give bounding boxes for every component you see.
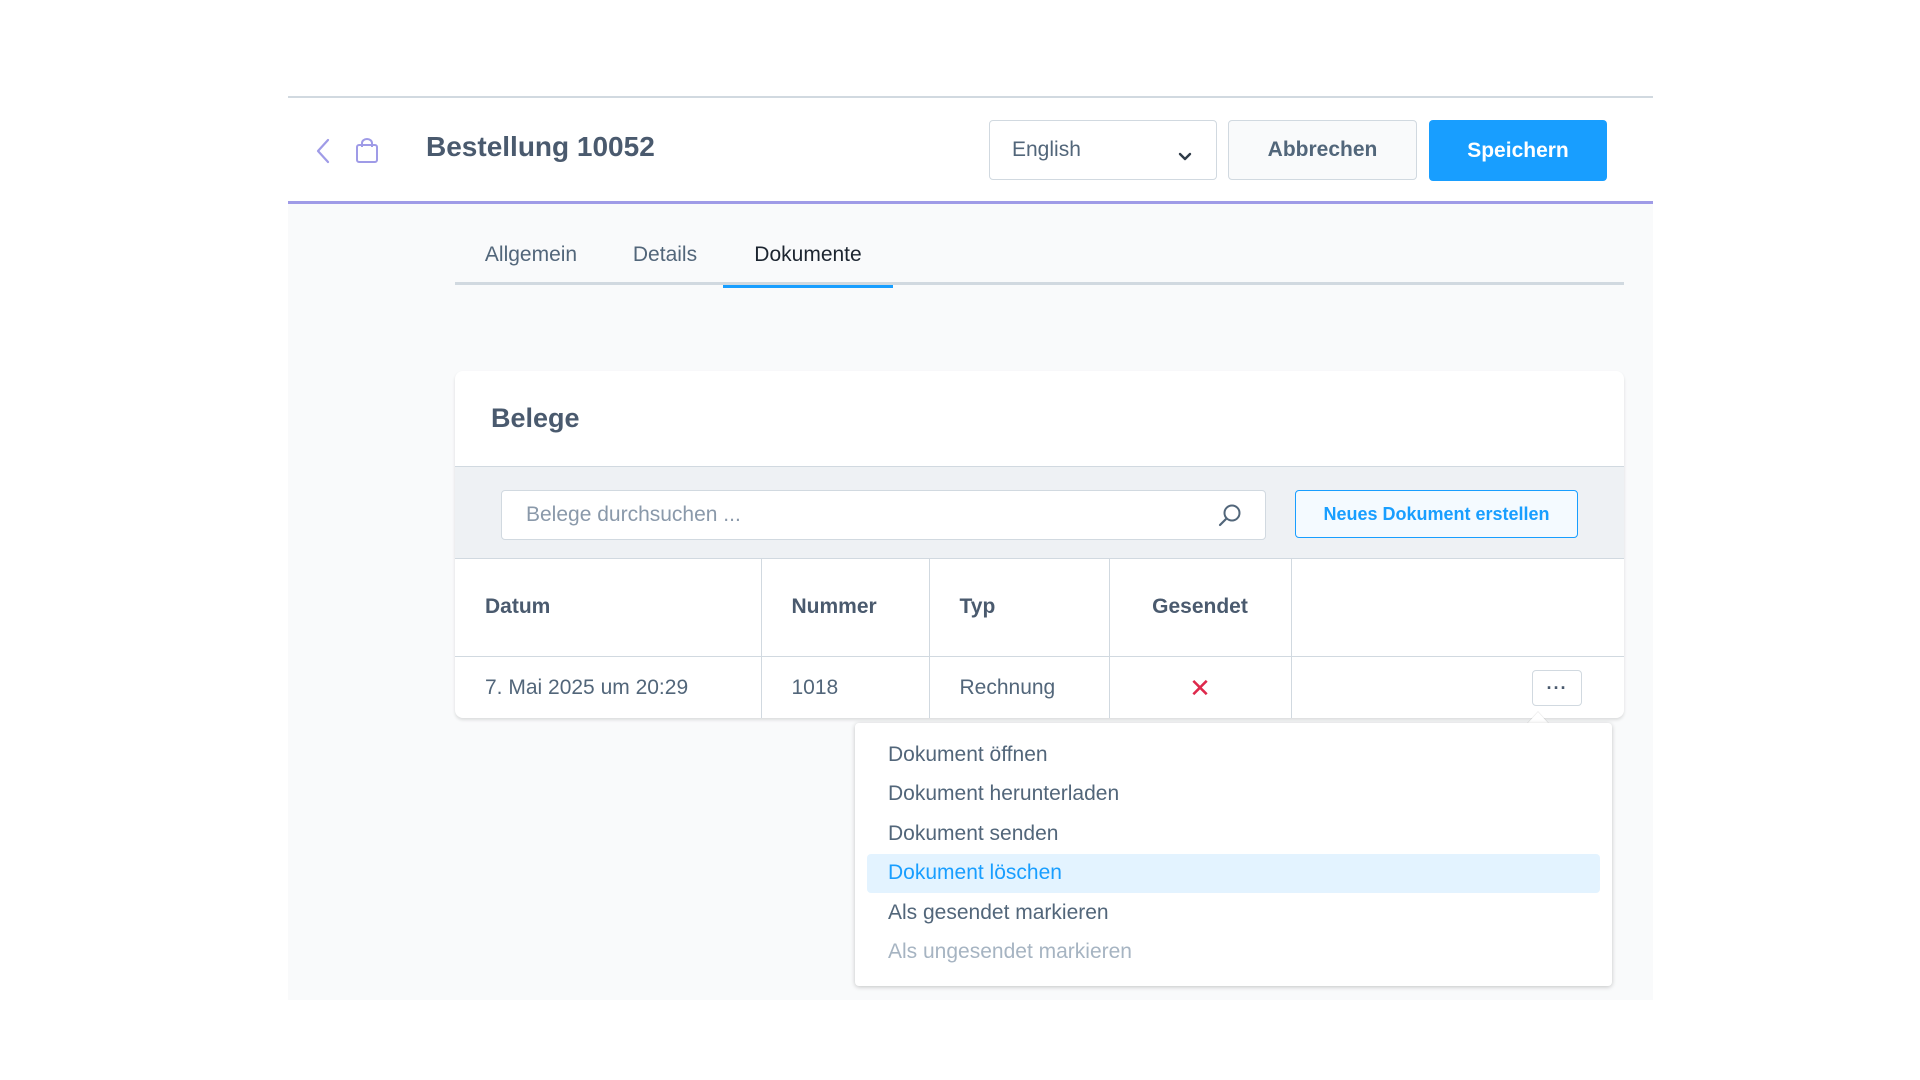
cell-gesendet: ✕: [1109, 656, 1292, 718]
page-header: Bestellung 10052 English Abbrechen Speic…: [288, 98, 1653, 204]
menu-item-download-document[interactable]: Dokument herunterladen: [867, 775, 1600, 815]
column-header-typ[interactable]: Typ: [929, 559, 1110, 657]
menu-item-open-document[interactable]: Dokument öffnen: [867, 735, 1600, 775]
search-input[interactable]: [502, 491, 1202, 539]
shopping-bag-icon: [352, 136, 382, 166]
ellipsis-icon[interactable]: ···: [1532, 670, 1582, 707]
card-title: Belege: [491, 403, 580, 433]
app-frame: Bestellung 10052 English Abbrechen Speic…: [288, 96, 1653, 1000]
cancel-button[interactable]: Abbrechen: [1228, 120, 1417, 180]
menu-item-mark-as-sent[interactable]: Als gesendet markieren: [867, 893, 1600, 933]
column-header-nummer[interactable]: Nummer: [761, 559, 930, 657]
search-box: [501, 490, 1266, 540]
cell-typ: Rechnung: [929, 656, 1110, 718]
x-icon: ✕: [1189, 672, 1211, 703]
tab-details[interactable]: Details: [607, 241, 723, 285]
new-document-button[interactable]: Neues Dokument erstellen: [1295, 490, 1578, 538]
save-button[interactable]: Speichern: [1429, 120, 1607, 181]
menu-item-delete-document[interactable]: Dokument löschen: [867, 853, 1600, 893]
column-header-actions: [1291, 559, 1624, 657]
tab-allgemein[interactable]: Allgemein: [455, 241, 607, 285]
chevron-down-icon: [1178, 144, 1192, 168]
table-row[interactable]: 7. Mai 2025 um 20:29 1018 Rechnung ✕ ···: [455, 656, 1624, 718]
page-title: Bestellung 10052: [426, 131, 655, 162]
menu-item-send-document[interactable]: Dokument senden: [867, 814, 1600, 854]
context-menu: Dokument öffnen Dokument herunterladen D…: [855, 723, 1612, 986]
card-toolbar: Neues Dokument erstellen: [455, 466, 1624, 559]
column-header-gesendet[interactable]: Gesendet: [1109, 559, 1292, 657]
tab-bar: Allgemein Details Dokumente: [455, 241, 1624, 288]
chevron-left-icon[interactable]: [308, 136, 338, 166]
cell-datum: 7. Mai 2025 um 20:29: [455, 656, 762, 718]
documents-card: Belege Neues Dokument erstellen Datum Nu…: [455, 371, 1624, 718]
table-header-row: Datum Nummer Typ Gesendet: [455, 559, 1624, 657]
tab-dokumente[interactable]: Dokumente: [723, 241, 893, 288]
cell-nummer: 1018: [761, 656, 930, 718]
language-select[interactable]: English: [989, 120, 1217, 180]
menu-item-mark-as-unsent: Als ungesendet markieren: [888, 940, 1132, 964]
column-header-datum[interactable]: Datum: [455, 559, 762, 657]
documents-table: Datum Nummer Typ Gesendet 7. Mai 2025 um…: [455, 559, 1624, 718]
language-select-value: English: [1012, 138, 1081, 161]
search-icon[interactable]: [1217, 503, 1243, 534]
cell-actions: ···: [1291, 656, 1624, 718]
